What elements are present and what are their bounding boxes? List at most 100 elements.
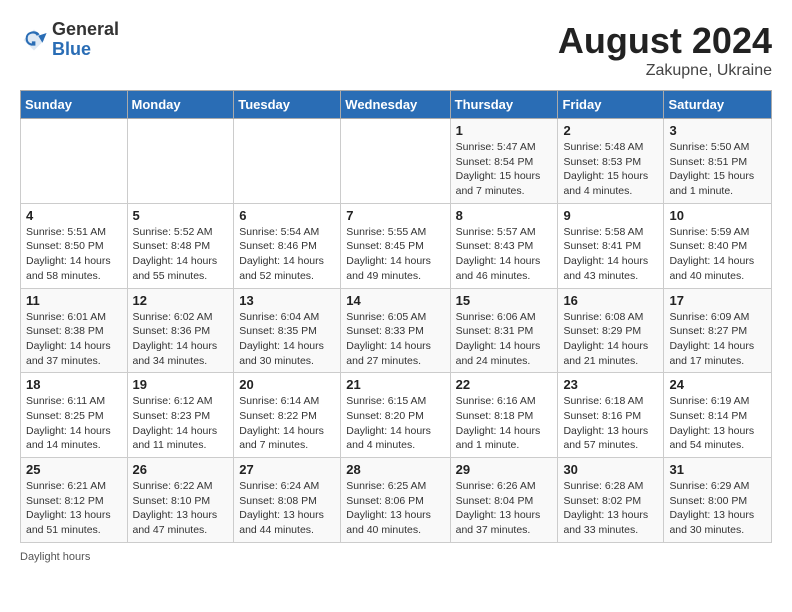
weekday-row: SundayMondayTuesdayWednesdayThursdayFrid… bbox=[21, 91, 772, 119]
day-number: 21 bbox=[346, 377, 444, 392]
calendar-cell: 6Sunrise: 5:54 AM Sunset: 8:46 PM Daylig… bbox=[234, 203, 341, 288]
calendar-cell: 20Sunrise: 6:14 AM Sunset: 8:22 PM Dayli… bbox=[234, 373, 341, 458]
day-info: Sunrise: 6:22 AM Sunset: 8:10 PM Dayligh… bbox=[133, 479, 229, 538]
day-info: Sunrise: 5:48 AM Sunset: 8:53 PM Dayligh… bbox=[563, 140, 658, 199]
calendar-cell: 17 Sunrise: 6:09 AM Sunset: 8:27 PM Dayli… bbox=[664, 288, 772, 373]
calendar-cell bbox=[341, 119, 450, 204]
day-info: Sunrise: 6:05 AM Sunset: 8:33 PM Dayligh… bbox=[346, 310, 444, 369]
calendar-cell: 22 Sunrise: 6:16 AM Sunset: 8:18 PM Dayli… bbox=[450, 373, 558, 458]
day-number: 1 bbox=[456, 123, 553, 138]
calendar-week-row: 11Sunrise: 6:01 AM Sunset: 8:38 PM Dayli… bbox=[21, 288, 772, 373]
day-info: Sunrise: 6:24 AM Sunset: 8:08 PM Dayligh… bbox=[239, 479, 335, 538]
day-number: 10 bbox=[669, 208, 766, 223]
day-number: 15 bbox=[456, 293, 553, 308]
weekday-header: Thursday bbox=[450, 91, 558, 119]
calendar-week-row: 25 Sunrise: 6:21 AM Sunset: 8:12 PM Dayli… bbox=[21, 458, 772, 543]
footer: Daylight hours bbox=[20, 551, 772, 563]
weekday-header: Saturday bbox=[664, 91, 772, 119]
day-number: 8 bbox=[456, 208, 553, 223]
day-number: 3 bbox=[669, 123, 766, 138]
calendar-cell bbox=[21, 119, 128, 204]
day-number: 18 bbox=[26, 377, 122, 392]
day-info: Sunrise: 6:02 AM Sunset: 8:36 PM Dayligh… bbox=[133, 310, 229, 369]
day-info: Sunrise: 6:21 AM Sunset: 8:12 PM Dayligh… bbox=[26, 479, 122, 538]
day-number: 7 bbox=[346, 208, 444, 223]
location: Zakupne, Ukraine bbox=[558, 62, 772, 80]
calendar-cell: 25 Sunrise: 6:21 AM Sunset: 8:12 PM Dayli… bbox=[21, 458, 128, 543]
day-number: 27 bbox=[239, 462, 335, 477]
daylight-label: Daylight hours bbox=[20, 551, 90, 563]
logo-general: General bbox=[52, 20, 119, 40]
day-number: 17 bbox=[669, 293, 766, 308]
month-title: August 2024 Zakupne, Ukraine bbox=[558, 20, 772, 80]
day-number: 5 bbox=[133, 208, 229, 223]
calendar-cell: 23Sunrise: 6:18 AM Sunset: 8:16 PM Dayli… bbox=[558, 373, 664, 458]
calendar-table: SundayMondayTuesdayWednesdayThursdayFrid… bbox=[20, 90, 772, 543]
day-info: Sunrise: 6:04 AM Sunset: 8:35 PM Dayligh… bbox=[239, 310, 335, 369]
calendar-cell: 26 Sunrise: 6:22 AM Sunset: 8:10 PM Dayli… bbox=[127, 458, 234, 543]
day-number: 9 bbox=[563, 208, 658, 223]
weekday-header: Wednesday bbox=[341, 91, 450, 119]
weekday-header: Tuesday bbox=[234, 91, 341, 119]
day-number: 2 bbox=[563, 123, 658, 138]
weekday-header: Monday bbox=[127, 91, 234, 119]
day-info: Sunrise: 6:08 AM Sunset: 8:29 PM Dayligh… bbox=[563, 310, 658, 369]
day-number: 26 bbox=[133, 462, 229, 477]
calendar-cell: 18 Sunrise: 6:11 AM Sunset: 8:25 PM Dayli… bbox=[21, 373, 128, 458]
calendar-week-row: 18 Sunrise: 6:11 AM Sunset: 8:25 PM Dayli… bbox=[21, 373, 772, 458]
calendar-cell: 24Sunrise: 6:19 AM Sunset: 8:14 PM Dayli… bbox=[664, 373, 772, 458]
logo-icon bbox=[20, 26, 48, 54]
day-info: Sunrise: 6:25 AM Sunset: 8:06 PM Dayligh… bbox=[346, 479, 444, 538]
calendar-cell: 10 Sunrise: 5:59 AM Sunset: 8:40 PM Dayli… bbox=[664, 203, 772, 288]
calendar-cell: 21 Sunrise: 6:15 AM Sunset: 8:20 PM Dayli… bbox=[341, 373, 450, 458]
day-info: Sunrise: 5:52 AM Sunset: 8:48 PM Dayligh… bbox=[133, 225, 229, 284]
day-info: Sunrise: 6:16 AM Sunset: 8:18 PM Dayligh… bbox=[456, 394, 553, 453]
day-info: Sunrise: 5:51 AM Sunset: 8:50 PM Dayligh… bbox=[26, 225, 122, 284]
calendar-cell: 31Sunrise: 6:29 AM Sunset: 8:00 PM Dayli… bbox=[664, 458, 772, 543]
calendar-cell: 3 Sunrise: 5:50 AM Sunset: 8:51 PM Daylig… bbox=[664, 119, 772, 204]
day-info: Sunrise: 5:57 AM Sunset: 8:43 PM Dayligh… bbox=[456, 225, 553, 284]
calendar-cell: 7 Sunrise: 5:55 AM Sunset: 8:45 PM Daylig… bbox=[341, 203, 450, 288]
day-number: 24 bbox=[669, 377, 766, 392]
calendar-cell: 19Sunrise: 6:12 AM Sunset: 8:23 PM Dayli… bbox=[127, 373, 234, 458]
day-info: Sunrise: 5:59 AM Sunset: 8:40 PM Dayligh… bbox=[669, 225, 766, 284]
calendar-cell: 27 Sunrise: 6:24 AM Sunset: 8:08 PM Dayli… bbox=[234, 458, 341, 543]
calendar-cell: 28Sunrise: 6:25 AM Sunset: 8:06 PM Dayli… bbox=[341, 458, 450, 543]
day-info: Sunrise: 6:11 AM Sunset: 8:25 PM Dayligh… bbox=[26, 394, 122, 453]
calendar-cell: 13 Sunrise: 6:04 AM Sunset: 8:35 PM Dayli… bbox=[234, 288, 341, 373]
day-info: Sunrise: 6:09 AM Sunset: 8:27 PM Dayligh… bbox=[669, 310, 766, 369]
day-number: 20 bbox=[239, 377, 335, 392]
day-info: Sunrise: 6:26 AM Sunset: 8:04 PM Dayligh… bbox=[456, 479, 553, 538]
calendar-cell: 29Sunrise: 6:26 AM Sunset: 8:04 PM Dayli… bbox=[450, 458, 558, 543]
day-number: 4 bbox=[26, 208, 122, 223]
calendar-cell: 11Sunrise: 6:01 AM Sunset: 8:38 PM Dayli… bbox=[21, 288, 128, 373]
day-info: Sunrise: 5:55 AM Sunset: 8:45 PM Dayligh… bbox=[346, 225, 444, 284]
calendar-header: SundayMondayTuesdayWednesdayThursdayFrid… bbox=[21, 91, 772, 119]
calendar-cell: 16Sunrise: 6:08 AM Sunset: 8:29 PM Dayli… bbox=[558, 288, 664, 373]
calendar-cell: 5 Sunrise: 5:52 AM Sunset: 8:48 PM Daylig… bbox=[127, 203, 234, 288]
day-number: 19 bbox=[133, 377, 229, 392]
day-number: 22 bbox=[456, 377, 553, 392]
day-info: Sunrise: 5:47 AM Sunset: 8:54 PM Dayligh… bbox=[456, 140, 553, 199]
day-info: Sunrise: 5:50 AM Sunset: 8:51 PM Dayligh… bbox=[669, 140, 766, 199]
day-number: 25 bbox=[26, 462, 122, 477]
calendar-cell: 2 Sunrise: 5:48 AM Sunset: 8:53 PM Daylig… bbox=[558, 119, 664, 204]
calendar-cell: 12Sunrise: 6:02 AM Sunset: 8:36 PM Dayli… bbox=[127, 288, 234, 373]
calendar-cell: 15 Sunrise: 6:06 AM Sunset: 8:31 PM Dayli… bbox=[450, 288, 558, 373]
weekday-header: Friday bbox=[558, 91, 664, 119]
day-info: Sunrise: 6:18 AM Sunset: 8:16 PM Dayligh… bbox=[563, 394, 658, 453]
logo: General Blue bbox=[20, 20, 119, 60]
calendar-week-row: 4 Sunrise: 5:51 AM Sunset: 8:50 PM Daylig… bbox=[21, 203, 772, 288]
calendar-cell: 9Sunrise: 5:58 AM Sunset: 8:41 PM Daylig… bbox=[558, 203, 664, 288]
day-info: Sunrise: 6:15 AM Sunset: 8:20 PM Dayligh… bbox=[346, 394, 444, 453]
day-number: 13 bbox=[239, 293, 335, 308]
logo-text: General Blue bbox=[52, 20, 119, 60]
calendar-week-row: 1 Sunrise: 5:47 AM Sunset: 8:54 PM Daylig… bbox=[21, 119, 772, 204]
month-year: August 2024 bbox=[558, 20, 772, 62]
day-info: Sunrise: 6:06 AM Sunset: 8:31 PM Dayligh… bbox=[456, 310, 553, 369]
calendar-cell: 30Sunrise: 6:28 AM Sunset: 8:02 PM Dayli… bbox=[558, 458, 664, 543]
page-header: General Blue August 2024 Zakupne, Ukrain… bbox=[20, 20, 772, 80]
day-number: 31 bbox=[669, 462, 766, 477]
weekday-header: Sunday bbox=[21, 91, 128, 119]
calendar-body: 1 Sunrise: 5:47 AM Sunset: 8:54 PM Daylig… bbox=[21, 119, 772, 543]
